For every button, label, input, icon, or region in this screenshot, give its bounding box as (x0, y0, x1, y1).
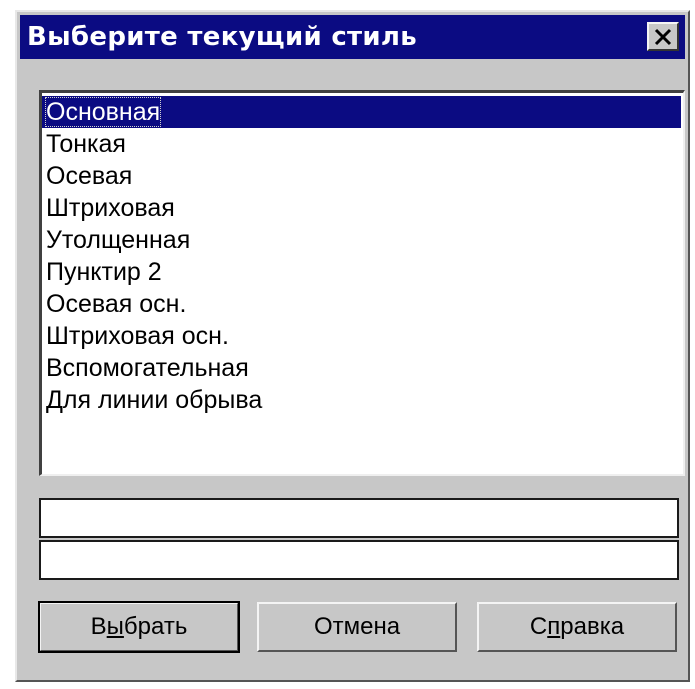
style-list-item[interactable]: Штриховая осн. (42, 320, 683, 352)
style-list-item[interactable]: Основная (42, 96, 681, 128)
select-button[interactable]: Выбрать (38, 601, 240, 653)
style-list-item[interactable]: Пунктир 2 (42, 256, 683, 288)
help-button[interactable]: Справка (477, 602, 677, 652)
style-list-item-label: Для линии обрыва (46, 386, 263, 414)
style-list-item[interactable]: Осевая (42, 160, 683, 192)
style-list-item-label: Вспомогательная (46, 354, 249, 382)
cancel-button[interactable]: Отмена (257, 602, 457, 652)
styles-listbox[interactable]: Основная Тонкая Осевая Штриховая Утолщенная П… (39, 90, 685, 476)
style-list-item-label: Тонкая (46, 130, 126, 158)
style-list-item[interactable]: Утолщенная (42, 224, 683, 256)
style-list-item-label: Основная (44, 97, 162, 127)
style-dialog: Выберите текущий стиль Основная Тонкая Осе… (15, 10, 690, 682)
dialog-title: Выберите текущий стиль (27, 22, 418, 52)
style-preview-top (39, 498, 679, 538)
style-preview-bottom (39, 540, 679, 580)
style-list-item-label: Штриховая (46, 194, 175, 222)
style-list-item-label: Штриховая осн. (46, 322, 229, 350)
select-button-label: Выбрать (90, 613, 188, 640)
close-button[interactable] (647, 22, 679, 51)
style-list-item[interactable]: Для линии обрыва (42, 384, 683, 416)
style-list-item[interactable]: Вспомогательная (42, 352, 683, 384)
style-list-item-label: Осевая (46, 162, 133, 190)
style-list-item-label: Утолщенная (46, 226, 191, 254)
help-button-label: Справка (529, 613, 625, 640)
title-bar[interactable]: Выберите текущий стиль (20, 15, 685, 59)
style-list-item-label: Пунктир 2 (46, 258, 162, 286)
style-list-item-label: Осевая осн. (46, 290, 187, 318)
close-x-icon (653, 28, 673, 46)
style-list-item[interactable]: Тонкая (42, 128, 683, 160)
cancel-button-label: Отмена (313, 613, 401, 640)
style-list-item[interactable]: Штриховая (42, 192, 683, 224)
style-list-item[interactable]: Осевая осн. (42, 288, 683, 320)
